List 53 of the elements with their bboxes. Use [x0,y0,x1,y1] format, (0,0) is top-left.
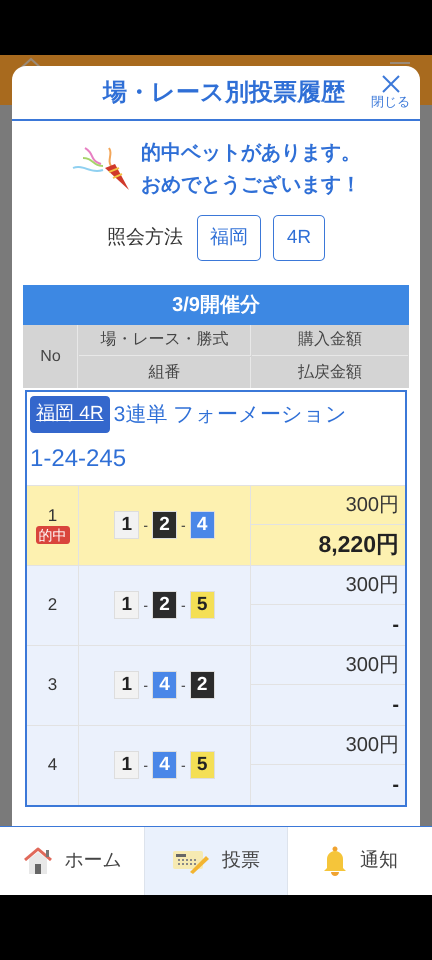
column-header: 組番 [79,357,251,388]
separator-dash: - [181,516,186,534]
separator-dash: - [181,676,186,694]
query-chip[interactable]: 福岡 [197,215,261,261]
boat-number: 1 [114,671,140,699]
bet-amount: 300円 [251,486,405,524]
separator-dash: - [143,676,148,694]
boat-number: 4 [152,751,177,779]
close-icon [380,74,400,94]
separator-dash: - [143,516,148,534]
separator-dash: - [143,756,148,774]
nav-tab[interactable]: 投票 [144,827,288,895]
boat-number: 4 [152,671,177,699]
bet-amount: 300円 [251,726,405,764]
row-number: 3 [48,675,58,695]
date-header: 3/9開催分 [23,285,409,325]
query-label: 照会方法 [107,226,183,250]
row-number: 2 [48,595,58,615]
party-popper-icon [71,146,131,192]
separator-dash: - [143,596,148,614]
boat-number: 4 [190,511,215,539]
bell-icon [322,846,348,876]
house-icon [22,847,52,875]
boat-number: 5 [190,751,215,779]
bet-amount: 300円 [251,646,405,684]
payout-amount: - [391,612,400,638]
close-button[interactable]: 閉じる [371,74,410,110]
bet-amount: 300円 [251,566,405,604]
boat-number: 2 [190,671,215,699]
column-header: 場・レース・勝式 [79,325,251,356]
ticket-pencil-icon [172,848,210,874]
payout-amount: 8,220円 [317,530,400,560]
query-chip[interactable]: 4R [273,215,325,261]
row-number: 4 [48,755,58,775]
formation-numbers: 1-24-245 [29,444,128,474]
column-header: 払戻金額 [297,362,363,382]
boat-number: 2 [152,591,177,619]
boat-number: 1 [114,591,140,619]
boat-number: 1 [114,511,140,539]
boat-number: 2 [152,511,177,539]
dialog-title: 場・レース別投票履歴 [103,78,345,108]
row-number: 1 [48,506,58,526]
boat-number: 5 [190,591,215,619]
separator-dash: - [181,596,186,614]
separator-dash: - [181,756,186,774]
hit-badge: 的中 [36,526,70,544]
place-race-link[interactable]: 福岡 4R [30,396,110,432]
payout-amount: - [391,772,400,798]
column-header: 購入金額 [252,325,408,356]
bet-type: 3連単 フォーメーション [114,402,348,428]
boat-number: 1 [114,751,140,779]
payout-amount: - [391,692,400,718]
congratulations-message: 的中ベットがあります。 おめでとうございます！ [141,141,361,198]
